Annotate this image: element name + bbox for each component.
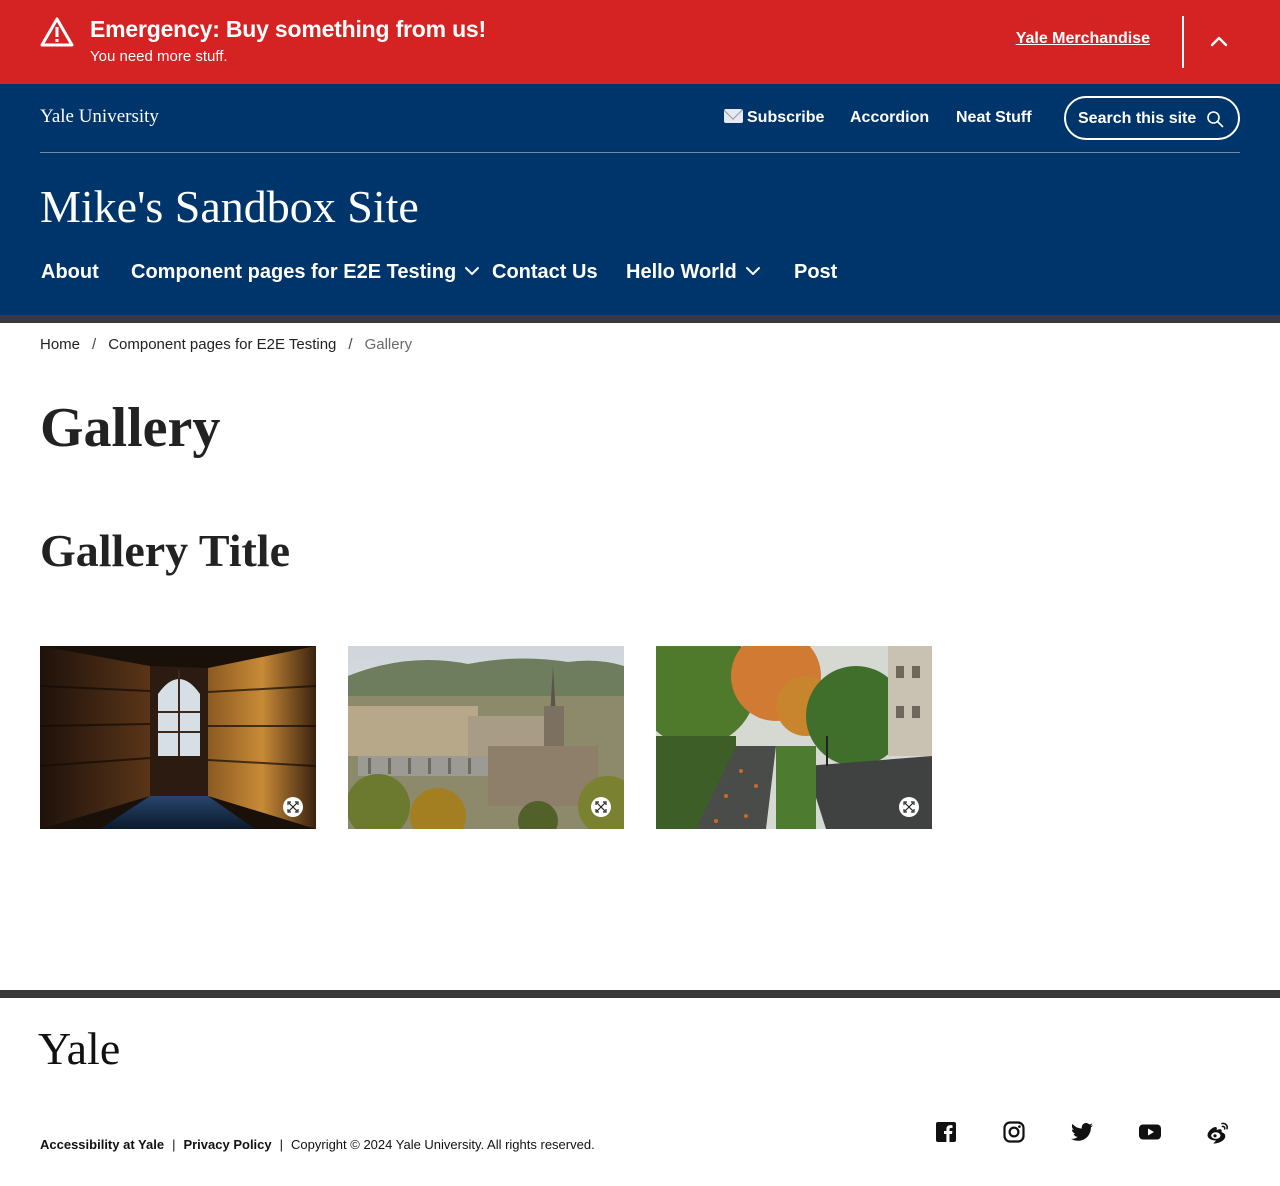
gallery-image-autumn-walkway[interactable] xyxy=(656,646,932,829)
alert-message: You need more stuff. xyxy=(90,48,228,65)
instagram-icon[interactable] xyxy=(1002,1120,1026,1144)
search-icon[interactable] xyxy=(1206,110,1224,128)
subscribe-label: Subscribe xyxy=(747,109,825,126)
breadcrumb-separator: / xyxy=(92,336,97,353)
weibo-icon[interactable] xyxy=(1206,1120,1230,1144)
accessibility-link[interactable]: Accessibility at Yale xyxy=(40,1137,164,1152)
alert-link-merchandise[interactable]: Yale Merchandise xyxy=(1016,30,1150,48)
page-title: Gallery xyxy=(40,397,221,459)
header-bottom-bar xyxy=(0,315,1280,323)
nav-component-pages-label: Component pages for E2E Testing xyxy=(131,261,457,283)
alert-heading: Emergency: Buy something from us! xyxy=(90,16,486,42)
expand-icon[interactable] xyxy=(283,797,303,817)
copyright-text: Copyright © 2024 Yale University. All ri… xyxy=(291,1137,595,1152)
gallery-image-campus-aerial[interactable] xyxy=(348,646,624,829)
breadcrumb-current: Gallery xyxy=(364,336,413,353)
nav-post[interactable]: Post xyxy=(794,261,837,284)
header-divider xyxy=(40,152,1240,153)
nav-hello-world-label: Hello World xyxy=(626,261,737,283)
search-input[interactable]: Search this site xyxy=(1064,96,1240,140)
expand-icon[interactable] xyxy=(591,797,611,817)
search-placeholder: Search this site xyxy=(1078,110,1197,127)
youtube-icon[interactable] xyxy=(1138,1120,1162,1144)
library-bookshelves-photo xyxy=(40,646,316,829)
gallery-title: Gallery Title xyxy=(40,525,290,576)
alert-divider xyxy=(1182,16,1184,68)
subscribe-link[interactable]: Subscribe xyxy=(724,109,824,127)
nav-about[interactable]: About xyxy=(41,261,99,284)
breadcrumb-component-pages[interactable]: Component pages for E2E Testing xyxy=(108,336,336,353)
breadcrumb-home[interactable]: Home xyxy=(40,336,80,353)
chevron-up-icon[interactable] xyxy=(1208,30,1230,52)
breadcrumb-separator: / xyxy=(348,336,353,353)
twitter-icon[interactable] xyxy=(1070,1120,1094,1144)
privacy-policy-link[interactable]: Privacy Policy xyxy=(183,1137,271,1152)
nav-contact-us[interactable]: Contact Us xyxy=(492,261,598,284)
breadcrumb: Home / Component pages for E2E Testing / Gal… xyxy=(40,336,412,353)
yale-university-brand[interactable]: Yale University xyxy=(40,106,159,128)
warning-icon xyxy=(40,17,74,47)
site-title[interactable]: Mike's Sandbox Site xyxy=(40,180,419,233)
neat-stuff-link[interactable]: Neat Stuff xyxy=(956,109,1032,127)
footer-links: Accessibility at Yale | Privacy Policy | Cop… xyxy=(40,1137,595,1152)
yale-logo[interactable]: Yale xyxy=(38,1022,120,1075)
footer-separator: | xyxy=(172,1137,176,1152)
footer-top-bar xyxy=(0,990,1280,998)
nav-component-pages[interactable]: Component pages for E2E Testing xyxy=(131,261,480,284)
facebook-icon[interactable] xyxy=(934,1120,958,1144)
emergency-alert: Emergency: Buy something from us! You ne… xyxy=(0,0,1280,84)
autumn-campus-walkway-photo xyxy=(656,646,932,829)
footer-separator: | xyxy=(279,1137,284,1152)
accordion-link[interactable]: Accordion xyxy=(850,109,929,127)
nav-hello-world[interactable]: Hello World xyxy=(626,261,761,284)
campus-aerial-photo xyxy=(348,646,624,829)
envelope-icon xyxy=(724,109,743,123)
chevron-down-icon[interactable] xyxy=(464,265,480,277)
expand-icon[interactable] xyxy=(899,797,919,817)
gallery-image-library[interactable] xyxy=(40,646,316,829)
chevron-down-icon[interactable] xyxy=(745,265,761,277)
site-header: Yale University Subscribe Accordion Neat… xyxy=(0,84,1280,315)
